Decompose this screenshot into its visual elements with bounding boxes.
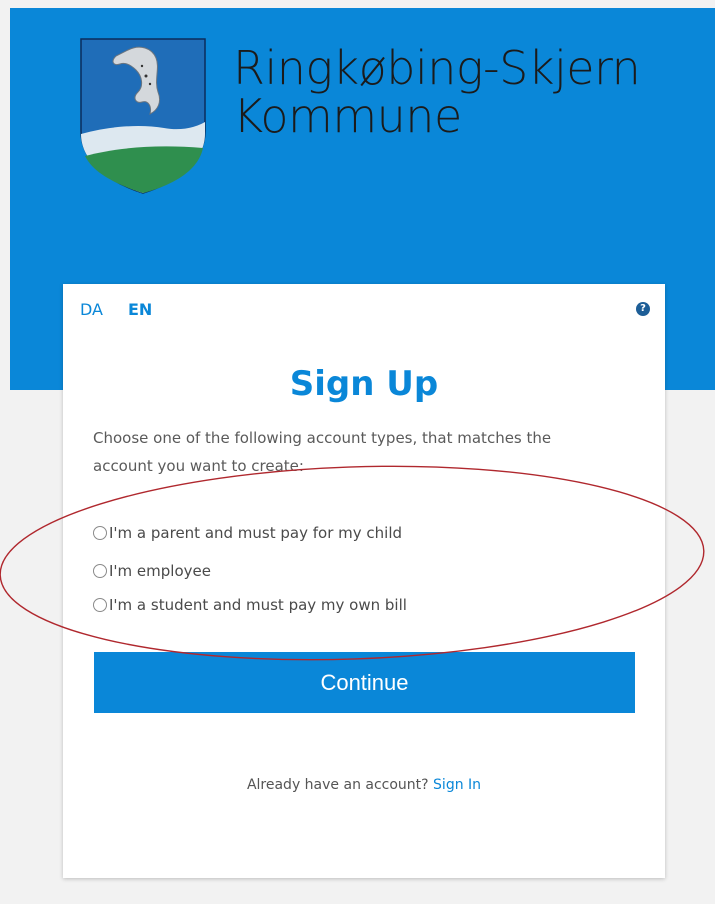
option-label: I'm employee [109,562,211,580]
account-type-option-parent[interactable]: I'm a parent and must pay for my child [93,524,402,542]
signin-prompt-line: Already have an account? Sign In [63,777,665,793]
radio-button[interactable] [93,598,107,612]
signin-link[interactable]: Sign In [433,777,481,793]
brand-line-2: Kommune [233,89,462,143]
question-circle-icon[interactable]: ? [636,302,650,316]
account-type-option-employee[interactable]: I'm employee [93,562,211,580]
continue-button[interactable]: Continue [94,652,635,713]
signin-prompt-text: Already have an account? [246,777,429,793]
language-da-link[interactable]: DA [80,300,103,319]
radio-button[interactable] [93,526,107,540]
municipality-name: Ringkøbing-Skjern Kommune [233,41,641,143]
page-title: Sign Up [289,364,439,404]
brand-line-1: Ringkøbing-Skjern [233,41,641,95]
instructions-text: Choose one of the following account type… [93,429,552,475]
radio-button[interactable] [93,564,107,578]
account-type-option-student[interactable]: I'm a student and must pay my own bill [93,596,407,614]
option-label: I'm a student and must pay my own bill [109,596,407,614]
municipality-crest-logo [80,38,206,194]
language-en-link[interactable]: EN [128,300,152,319]
option-label: I'm a parent and must pay for my child [109,524,403,542]
signup-card: DA EN ? Sign Up Choose one of the follow… [63,284,665,878]
